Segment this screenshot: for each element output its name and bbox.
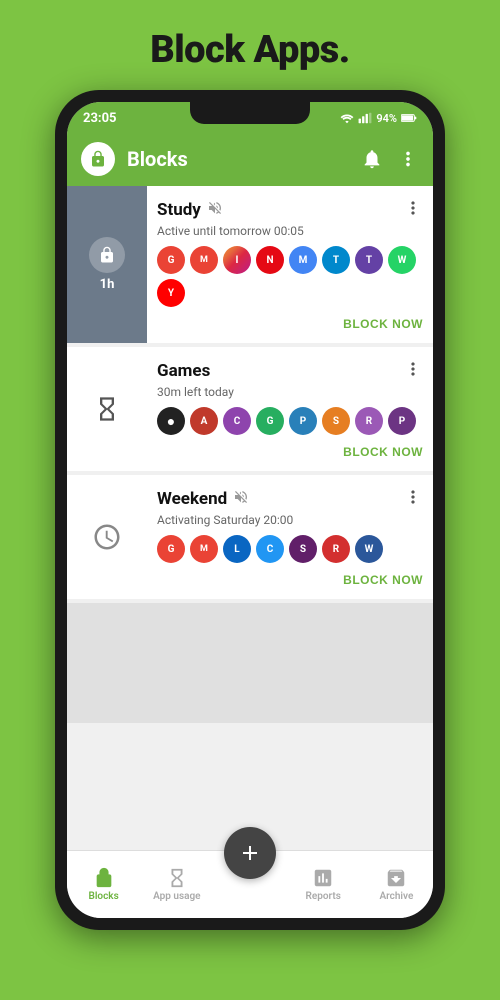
weekend-mute-icon [233, 489, 249, 509]
app-icon-chrome: G [157, 246, 185, 274]
games-hourglass-icon [89, 391, 125, 427]
app-icon-word: W [355, 535, 383, 563]
nav-reports-label: Reports [306, 891, 341, 902]
weekend-more-icon[interactable] [403, 487, 423, 511]
study-block-now-button[interactable]: BLOCK NOW [343, 313, 423, 335]
signal-icon [358, 112, 372, 124]
app-icon-game5: P [289, 407, 317, 435]
study-mute-icon [207, 200, 223, 220]
app-icon-game7: R [355, 407, 383, 435]
page-title: Block Apps. [150, 28, 350, 72]
weekend-block-now-button[interactable]: BLOCK NOW [343, 569, 423, 591]
games-title: Games [157, 361, 210, 381]
weekend-card: Weekend Activating Saturday 20:00 G M [67, 475, 433, 599]
games-block-now-row: BLOCK NOW [157, 441, 423, 463]
app-icon-slack: S [289, 535, 317, 563]
app-icon-game1: ● [157, 407, 185, 435]
weekend-title: Weekend [157, 489, 227, 509]
nav-blocks-label: Blocks [88, 891, 118, 902]
games-more-icon[interactable] [403, 359, 423, 383]
app-icon-youtube: Y [157, 279, 185, 307]
study-block-now-row: BLOCK NOW [157, 313, 423, 335]
study-card-header: Study [157, 198, 423, 222]
app-icon-game4: G [256, 407, 284, 435]
app-icon-instagram: I [223, 246, 251, 274]
app-bar: Blocks [67, 132, 433, 186]
weekend-clock-icon [89, 519, 125, 555]
app-icon-maps: M [289, 246, 317, 274]
weekend-card-left [67, 475, 147, 599]
nav-archive[interactable]: Archive [360, 851, 433, 918]
study-time-label: 1h [100, 277, 115, 292]
games-subtitle: 30m left today [157, 385, 423, 399]
app-bar-title: Blocks [127, 147, 349, 171]
games-card: Games 30m left today ● A C G P S [67, 347, 433, 471]
wifi-icon [340, 112, 354, 124]
study-card-left: 1h [67, 186, 147, 343]
nav-archive-label: Archive [379, 891, 413, 902]
study-title: Study [157, 200, 201, 220]
app-icon-telegram: T [322, 246, 350, 274]
app-icon-game6: S [322, 407, 350, 435]
phone-frame: 23:05 94% [55, 90, 445, 930]
app-icon-linkedin: L [223, 535, 251, 563]
study-card-right: Study Active until tomorrow 00:05 G M [147, 186, 433, 343]
games-app-icons: ● A C G P S R P [157, 407, 423, 435]
nav-reports[interactable]: Reports [287, 851, 360, 918]
app-bar-actions [361, 148, 419, 170]
app-icon-cloud: C [256, 535, 284, 563]
phone-notch [190, 102, 310, 124]
games-card-right: Games 30m left today ● A C G P S [147, 347, 433, 471]
app-icon-gmail2: M [190, 535, 218, 563]
study-subtitle: Active until tomorrow 00:05 [157, 224, 423, 238]
games-card-header: Games [157, 359, 423, 383]
more-options-icon[interactable] [397, 148, 419, 170]
nav-app-usage[interactable]: App usage [140, 851, 213, 918]
content-area: 1h Study Active until [67, 186, 433, 850]
status-time: 23:05 [83, 111, 117, 126]
app-icon-gdrive: G [157, 535, 185, 563]
nav-blocks[interactable]: Blocks [67, 851, 140, 918]
weekend-app-icons: G M L C S R W [157, 535, 423, 563]
app-icon-gmail: M [190, 246, 218, 274]
study-more-icon[interactable] [403, 198, 423, 222]
notification-icon[interactable] [361, 148, 383, 170]
weekend-subtitle: Activating Saturday 20:00 [157, 513, 423, 527]
study-title-row: Study [157, 200, 223, 220]
battery-icon [401, 112, 417, 124]
app-icon-whatsapp: W [388, 246, 416, 274]
weekend-card-right: Weekend Activating Saturday 20:00 G M [147, 475, 433, 599]
app-bar-lock-icon [81, 142, 115, 176]
games-block-now-button[interactable]: BLOCK NOW [343, 441, 423, 463]
empty-area [67, 603, 433, 723]
nav-app-usage-label: App usage [153, 891, 200, 902]
app-icon-game3: C [223, 407, 251, 435]
app-icon-netflix: N [256, 246, 284, 274]
study-lock-icon [89, 237, 125, 273]
games-card-left [67, 347, 147, 471]
weekend-title-row: Weekend [157, 489, 249, 509]
app-icon-twitch: T [355, 246, 383, 274]
weekend-block-now-row: BLOCK NOW [157, 569, 423, 591]
app-icon-read: R [322, 535, 350, 563]
weekend-card-header: Weekend [157, 487, 423, 511]
app-icon-game8: P [388, 407, 416, 435]
bottom-nav: Blocks App usage Reports Archive [67, 850, 433, 918]
fab-button[interactable] [224, 827, 276, 879]
battery-text: 94% [376, 112, 397, 125]
study-app-icons: G M I N M T T W Y [157, 246, 423, 307]
study-card: 1h Study Active until [67, 186, 433, 343]
status-icons: 94% [340, 112, 417, 125]
app-icon-game2: A [190, 407, 218, 435]
games-title-row: Games [157, 361, 210, 381]
